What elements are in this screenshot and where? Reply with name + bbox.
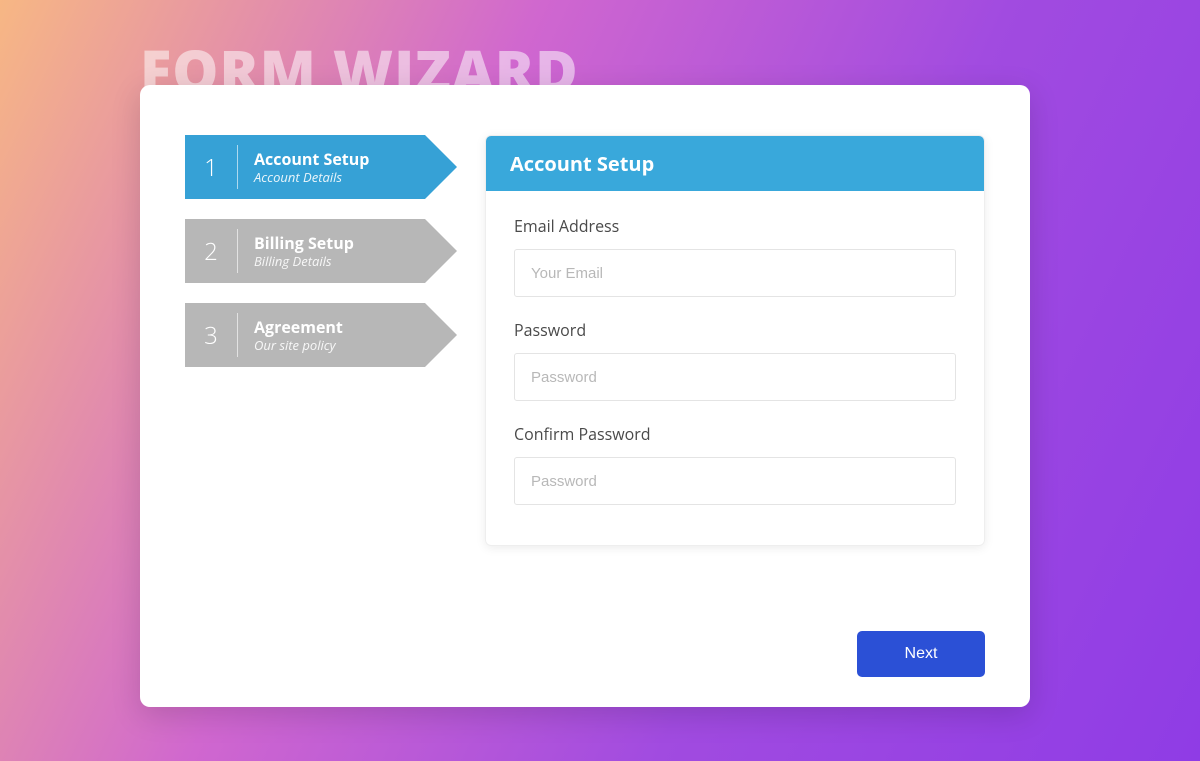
step-number: 3: [185, 319, 237, 352]
step-label: Agreement: [254, 317, 343, 337]
field-password: Password: [514, 319, 956, 401]
step-account-setup[interactable]: 1 Account Setup Account Details: [185, 135, 425, 199]
step-label: Billing Setup: [254, 233, 354, 253]
password-input[interactable]: [514, 353, 956, 401]
chevron-right-icon: [425, 219, 457, 283]
field-confirm-password: Confirm Password: [514, 423, 956, 505]
field-email: Email Address: [514, 215, 956, 297]
chevron-right-icon: [425, 135, 457, 199]
email-input[interactable]: [514, 249, 956, 297]
password-label: Password: [514, 319, 956, 341]
panel-title: Account Setup: [486, 136, 984, 191]
wizard-actions: Next: [857, 631, 985, 677]
step-subtitle: Account Details: [254, 169, 369, 185]
step-label: Account Setup: [254, 149, 369, 169]
confirm-password-label: Confirm Password: [514, 423, 956, 445]
confirm-password-input[interactable]: [514, 457, 956, 505]
step-billing-setup[interactable]: 2 Billing Setup Billing Details: [185, 219, 425, 283]
email-label: Email Address: [514, 215, 956, 237]
steps-nav: 1 Account Setup Account Details 2 Billin…: [185, 135, 425, 546]
form-panel: Account Setup Email Address Password Con…: [485, 135, 985, 546]
wizard-card: 1 Account Setup Account Details 2 Billin…: [140, 85, 1030, 707]
next-button[interactable]: Next: [857, 631, 985, 677]
step-number: 1: [185, 151, 237, 184]
chevron-right-icon: [425, 303, 457, 367]
step-number: 2: [185, 235, 237, 268]
step-subtitle: Our site policy: [254, 337, 343, 353]
form-panel-column: Account Setup Email Address Password Con…: [485, 135, 985, 546]
step-subtitle: Billing Details: [254, 253, 354, 269]
step-agreement[interactable]: 3 Agreement Our site policy: [185, 303, 425, 367]
